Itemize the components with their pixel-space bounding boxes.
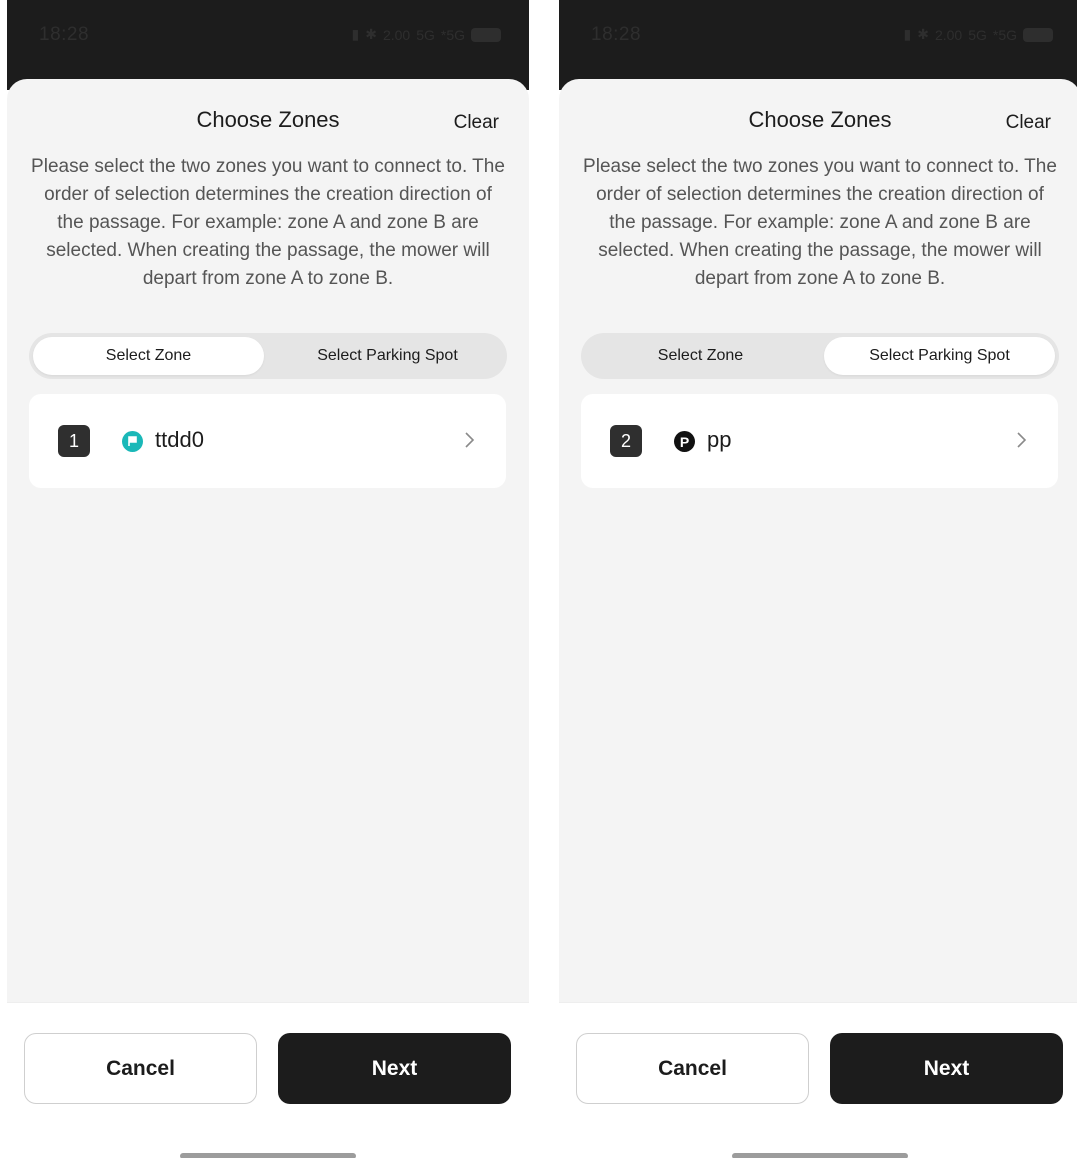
choose-zones-sheet: Choose Zones Clear Please select the two… <box>7 79 529 1002</box>
zone-name: ttdd0 <box>155 427 204 452</box>
net-speed: 2.00 <box>382 26 411 43</box>
selection-type-toggle: Select Zone Select Parking Spot <box>581 333 1059 379</box>
parking-icon: P <box>674 431 695 452</box>
status-bar: 18:28 ▮ ✱ 2.00 5G *5G <box>559 0 1077 90</box>
clear-button[interactable]: Clear <box>454 112 499 134</box>
cancel-button[interactable]: Cancel <box>576 1033 809 1104</box>
selection-order-badge: 2 <box>610 425 642 457</box>
tab-select-parking-spot[interactable]: Select Parking Spot <box>824 337 1055 375</box>
phone-screen-parking: 18:28 ▮ ✱ 2.00 5G *5G Choose Zones Clear… <box>559 0 1077 1158</box>
selection-order-badge: 1 <box>58 425 90 457</box>
tab-select-parking-spot[interactable]: Select Parking Spot <box>272 337 503 375</box>
status-icons: ▮ ✱ 2.00 5G *5G <box>351 26 501 43</box>
sheet-title: Choose Zones <box>196 107 340 132</box>
status-time: 18:28 <box>39 24 90 45</box>
bluetooth-icon: ✱ <box>365 26 377 42</box>
home-indicator[interactable] <box>180 1153 356 1158</box>
instructions-text: Please select the two zones you want to … <box>583 156 1057 289</box>
tab-select-zone[interactable]: Select Zone <box>33 337 264 375</box>
zone-list-item[interactable]: 1 ttdd0 <box>29 394 506 488</box>
tab-select-zone[interactable]: Select Zone <box>585 337 816 375</box>
signal-icon: 5G <box>416 26 435 43</box>
battery-icon <box>471 27 501 42</box>
choose-zones-sheet: Choose Zones Clear Please select the two… <box>559 79 1077 1002</box>
signal-icon: 5G <box>968 26 987 43</box>
cancel-button[interactable]: Cancel <box>24 1033 257 1104</box>
phone-screen-zone: 18:28 ▮ ✱ 2.00 5G *5G Choose Zones Clear… <box>7 0 529 1158</box>
next-button[interactable]: Next <box>830 1033 1063 1104</box>
chevron-right-icon <box>465 432 475 448</box>
parking-spot-list-item[interactable]: 2 P pp <box>581 394 1058 488</box>
signal-icon-2: *5G <box>992 26 1017 43</box>
next-button[interactable]: Next <box>278 1033 511 1104</box>
clear-button[interactable]: Clear <box>1006 112 1051 134</box>
selection-type-toggle: Select Zone Select Parking Spot <box>29 333 507 379</box>
zone-flag-icon <box>122 431 143 452</box>
instructions-text: Please select the two zones you want to … <box>31 156 505 289</box>
status-bar: 18:28 ▮ ✱ 2.00 5G *5G <box>7 0 529 90</box>
signal-icon-2: *5G <box>440 26 465 43</box>
action-footer: Cancel Next <box>559 1002 1077 1158</box>
vibrate-icon: ▮ <box>903 26 912 42</box>
battery-icon <box>1023 27 1053 42</box>
chevron-right-icon <box>1017 432 1027 448</box>
home-indicator[interactable] <box>732 1153 908 1158</box>
status-time: 18:28 <box>591 24 642 45</box>
action-footer: Cancel Next <box>7 1002 529 1158</box>
net-speed: 2.00 <box>934 26 963 43</box>
status-icons: ▮ ✱ 2.00 5G *5G <box>903 26 1053 43</box>
sheet-title: Choose Zones <box>748 107 892 132</box>
bluetooth-icon: ✱ <box>917 26 929 42</box>
vibrate-icon: ▮ <box>351 26 360 42</box>
parking-spot-name: pp <box>707 427 732 452</box>
